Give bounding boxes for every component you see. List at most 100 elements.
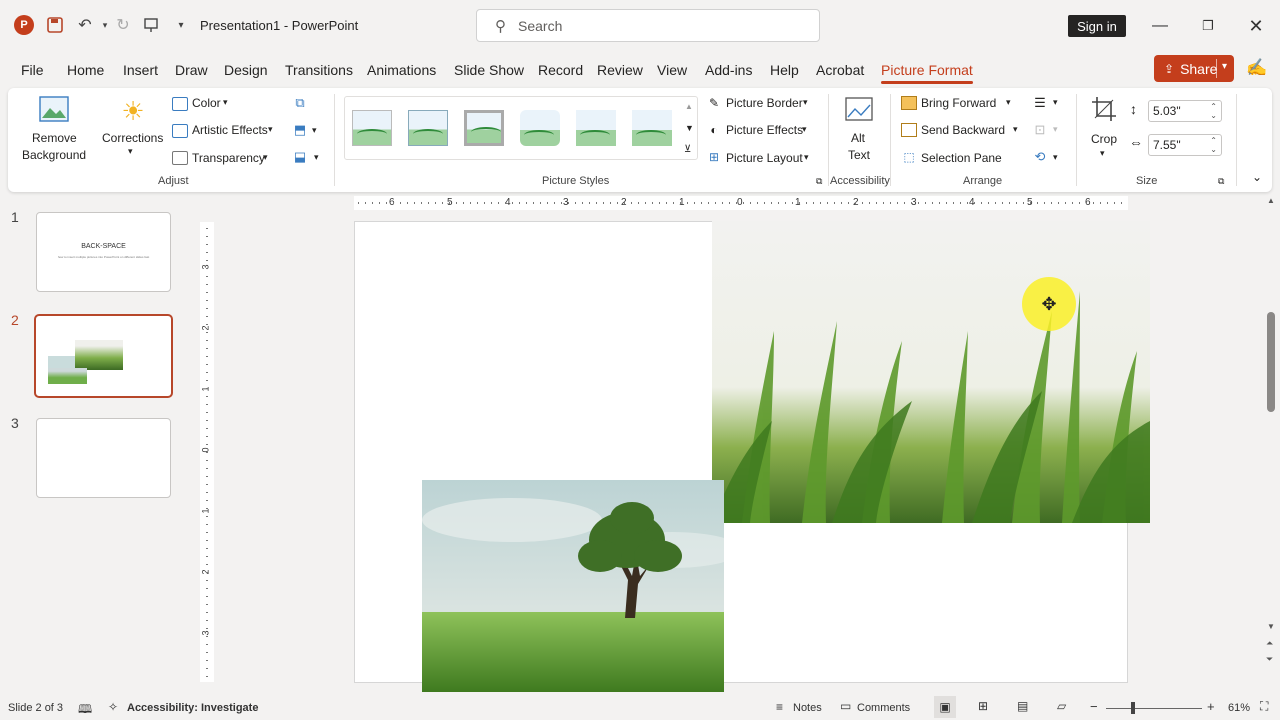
present-from-start-icon[interactable] xyxy=(140,14,162,36)
corrections-chevron-icon[interactable]: ▾ xyxy=(128,146,133,157)
close-icon[interactable]: ✕ xyxy=(1241,12,1271,40)
tab-transitions[interactable]: Transitions xyxy=(285,62,353,78)
alt-text-icon[interactable] xyxy=(844,96,874,124)
zoom-in-button[interactable]: + xyxy=(1207,699,1215,714)
editor-icon[interactable]: ✍ xyxy=(1246,58,1267,78)
slide-show-icon[interactable]: ▱ xyxy=(1057,699,1066,713)
customize-toolbar-chevron-icon[interactable]: ▾ xyxy=(170,14,192,36)
picture-style-thumb[interactable] xyxy=(520,110,560,146)
zoom-slider[interactable] xyxy=(1106,708,1202,709)
color-label[interactable]: Color xyxy=(192,96,221,110)
tab-draw[interactable]: Draw xyxy=(175,62,208,78)
tab-home[interactable]: Home xyxy=(67,62,104,78)
send-backward-chevron-icon[interactable]: ▾ xyxy=(1013,124,1018,135)
comments-icon[interactable]: ▭ xyxy=(840,699,851,713)
change-picture-chevron-icon[interactable]: ▾ xyxy=(312,125,317,136)
tree-picture[interactable] xyxy=(422,480,724,692)
notes-button[interactable]: Notes xyxy=(793,702,822,714)
share-button[interactable]: ⇪ Share ▾ xyxy=(1154,55,1234,82)
comments-button[interactable]: Comments xyxy=(857,702,910,714)
search-input[interactable]: ⚲ Search xyxy=(476,9,820,42)
picture-style-thumb[interactable] xyxy=(464,110,504,146)
tab-view[interactable]: View xyxy=(657,62,687,78)
reading-view-icon[interactable]: ▤ xyxy=(1017,699,1028,713)
tab-design[interactable]: Design xyxy=(224,62,268,78)
send-backward-label[interactable]: Send Backward xyxy=(921,123,1005,137)
reset-picture-icon[interactable]: ⬓ xyxy=(291,149,309,165)
reset-picture-chevron-icon[interactable]: ▾ xyxy=(314,152,319,163)
tab-file[interactable]: File xyxy=(21,62,44,78)
alt-text-label-2[interactable]: Text xyxy=(848,148,870,162)
picture-style-thumb[interactable] xyxy=(408,110,448,146)
alt-text-label-1[interactable]: Alt xyxy=(851,131,865,145)
zoom-out-button[interactable]: − xyxy=(1090,699,1098,714)
gallery-scroll-down-icon[interactable]: ▼ xyxy=(685,123,694,133)
picture-border-chevron-icon[interactable]: ▾ xyxy=(803,97,808,108)
width-input[interactable]: 7.55" ⌃ ⌄ xyxy=(1148,134,1222,156)
remove-background-label-1[interactable]: Remove xyxy=(32,131,77,145)
selection-pane-icon[interactable]: ⬚ xyxy=(901,150,917,164)
tab-record[interactable]: Record xyxy=(538,62,583,78)
accessibility-status[interactable]: Accessibility: Investigate xyxy=(127,702,258,714)
picture-layout-icon[interactable]: ⊞ xyxy=(706,150,722,164)
grass-picture[interactable] xyxy=(712,221,1150,523)
compress-pictures-icon[interactable]: ⧉ xyxy=(291,95,309,111)
bring-forward-label[interactable]: Bring Forward xyxy=(921,96,996,110)
crop-icon[interactable] xyxy=(1090,95,1118,123)
next-slide-icon[interactable]: ⏷ xyxy=(1266,654,1273,665)
redo-icon[interactable]: ↻ xyxy=(112,14,134,36)
send-backward-icon[interactable] xyxy=(901,123,917,137)
picture-layout-chevron-icon[interactable]: ▾ xyxy=(804,152,809,163)
scrollbar-thumb[interactable] xyxy=(1267,312,1275,412)
picture-layout-label[interactable]: Picture Layout xyxy=(726,151,803,165)
remove-background-icon[interactable] xyxy=(38,96,70,122)
group-icon[interactable]: ⊡ xyxy=(1031,122,1049,138)
artistic-effects-icon[interactable] xyxy=(172,124,188,138)
width-spinner-icon[interactable]: ⌃ ⌄ xyxy=(1210,136,1217,154)
previous-slide-icon[interactable]: ⏶ xyxy=(1266,638,1273,649)
zoom-level[interactable]: 61% xyxy=(1228,702,1250,714)
picture-effects-icon[interactable]: ◐ xyxy=(706,123,722,137)
picture-style-thumb[interactable] xyxy=(352,110,392,146)
tab-animations[interactable]: Animations xyxy=(367,62,436,78)
rotate-chevron-icon[interactable]: ▾ xyxy=(1053,152,1058,163)
tab-slide-show[interactable]: Slide Show xyxy=(454,62,524,78)
transparency-label[interactable]: Transparency xyxy=(192,151,265,165)
picture-effects-chevron-icon[interactable]: ▾ xyxy=(802,124,807,135)
tab-picture-format[interactable]: Picture Format xyxy=(881,62,973,84)
height-spinner-icon[interactable]: ⌃ ⌄ xyxy=(1210,102,1217,120)
bring-forward-icon[interactable] xyxy=(901,96,917,110)
picture-styles-launcher-icon[interactable]: ⧉ xyxy=(816,176,822,187)
corrections-label[interactable]: Corrections xyxy=(102,131,163,145)
tab-acrobat[interactable]: Acrobat xyxy=(816,62,864,78)
transparency-chevron-icon[interactable]: ▾ xyxy=(263,152,268,163)
sign-in-button[interactable]: Sign in xyxy=(1068,15,1126,37)
share-chevron-icon[interactable]: ▾ xyxy=(1222,61,1227,72)
picture-border-icon[interactable]: ✎ xyxy=(706,96,722,110)
tab-insert[interactable]: Insert xyxy=(123,62,158,78)
align-icon[interactable]: ☰ xyxy=(1031,95,1049,111)
artistic-effects-chevron-icon[interactable]: ▾ xyxy=(268,124,273,135)
selection-pane-label[interactable]: Selection Pane xyxy=(921,151,1002,165)
size-launcher-icon[interactable]: ⧉ xyxy=(1218,176,1224,187)
gallery-more-icon[interactable]: ⊻ xyxy=(684,144,691,155)
slide-thumbnail-2[interactable] xyxy=(34,314,173,398)
tab-add-ins[interactable]: Add-ins xyxy=(705,62,752,78)
bring-forward-chevron-icon[interactable]: ▾ xyxy=(1006,97,1011,108)
slide-thumbnail-1[interactable]: BACK-SPACE how to insert multiple pictur… xyxy=(36,212,171,292)
accessibility-icon[interactable]: ✧ xyxy=(108,700,118,714)
remove-background-label-2[interactable]: Background xyxy=(22,148,86,162)
tab-review[interactable]: Review xyxy=(597,62,643,78)
undo-icon[interactable]: ↶ xyxy=(74,14,96,36)
vertical-scrollbar[interactable]: ▲ ▼ ⏶ ⏷ xyxy=(1264,196,1278,676)
artistic-effects-label[interactable]: Artistic Effects xyxy=(192,123,268,137)
corrections-sun-icon[interactable]: ☀ xyxy=(118,96,148,126)
align-chevron-icon[interactable]: ▾ xyxy=(1053,97,1058,108)
fit-to-window-icon[interactable]: ⛶ xyxy=(1260,699,1268,714)
spelling-check-icon[interactable]: 🕮 xyxy=(78,700,92,720)
notes-icon[interactable]: ≡ xyxy=(776,700,783,714)
change-picture-icon[interactable]: ⬒ xyxy=(291,122,309,138)
group-chevron-icon[interactable]: ▾ xyxy=(1053,124,1058,135)
picture-border-label[interactable]: Picture Border xyxy=(726,96,803,110)
collapse-ribbon-icon[interactable]: ⌄ xyxy=(1252,170,1262,184)
